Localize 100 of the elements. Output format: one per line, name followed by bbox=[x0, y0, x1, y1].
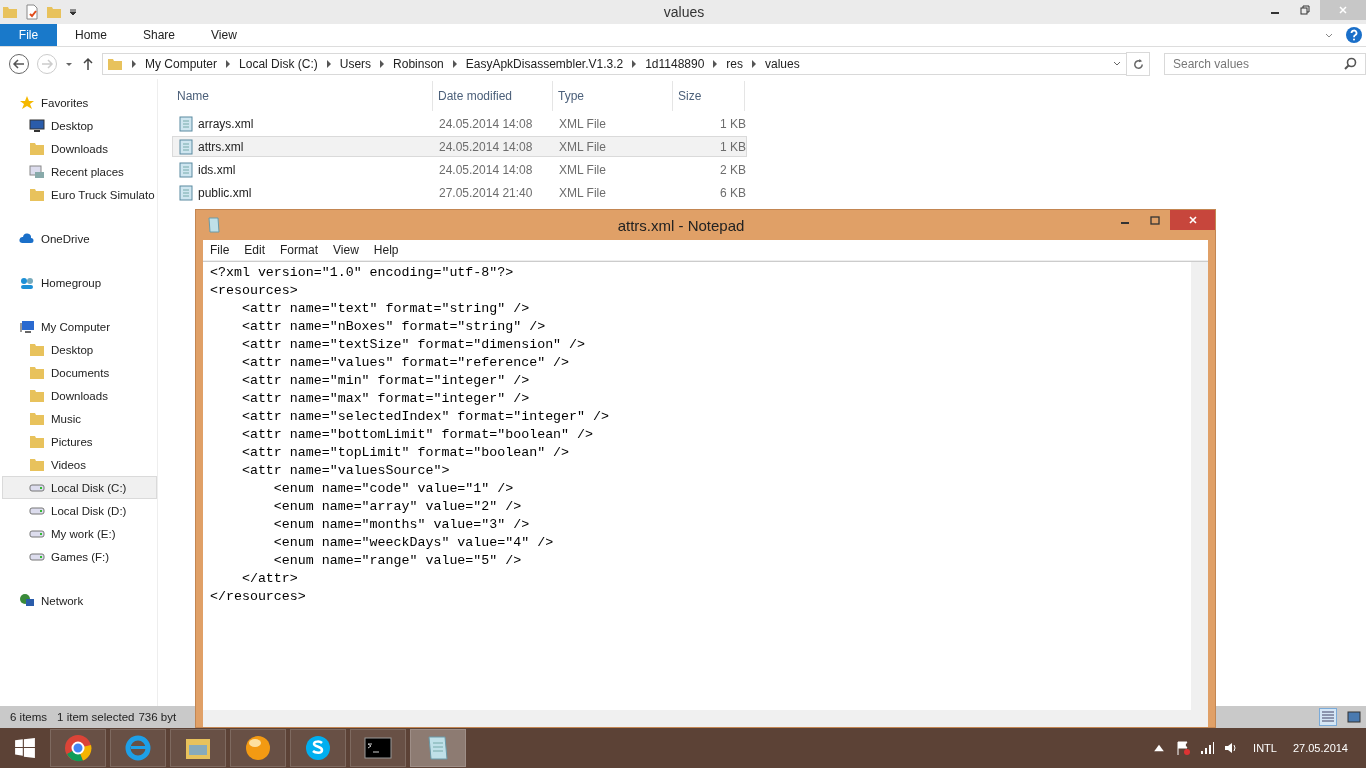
ribbon-tab[interactable]: Home bbox=[57, 24, 125, 46]
nav-item[interactable]: Recent places bbox=[2, 160, 157, 183]
code-line: </resources> bbox=[210, 588, 307, 606]
nav-item[interactable]: Pictures bbox=[2, 430, 157, 453]
breadcrumb-item[interactable]: Users bbox=[339, 57, 372, 71]
network-icon[interactable] bbox=[1199, 740, 1216, 756]
nav-item[interactable]: Homegroup bbox=[2, 271, 157, 294]
menu-item[interactable]: Edit bbox=[237, 243, 274, 257]
code-line: <enum name="months" value="3" /> bbox=[272, 516, 531, 534]
nav-item[interactable]: My work (E:) bbox=[2, 522, 157, 545]
column-header[interactable]: Size bbox=[673, 81, 745, 111]
breadcrumb-item[interactable]: Local Disk (C:) bbox=[239, 57, 318, 71]
chevron-icon[interactable] bbox=[451, 60, 458, 68]
code-line: <attr name="selectedIndex" format="integer" /> bbox=[240, 408, 610, 426]
nav-item[interactable]: Desktop bbox=[2, 338, 157, 361]
breadcrumb-item[interactable]: My Computer bbox=[145, 57, 218, 71]
folder-icon bbox=[29, 364, 45, 381]
refresh-icon bbox=[1131, 57, 1145, 71]
file-type: XML File bbox=[558, 139, 607, 154]
code-line: <enum name="array" value="2" /> bbox=[272, 498, 523, 516]
nav-item[interactable]: Desktop bbox=[2, 114, 157, 137]
flag-icon[interactable] bbox=[1175, 740, 1192, 756]
dropdown-icon[interactable] bbox=[68, 7, 78, 17]
nav-item[interactable]: Euro Truck Simulato bbox=[2, 183, 157, 206]
taskbar-button[interactable] bbox=[170, 729, 226, 767]
code-line: <attr name="max" format="integer" /> bbox=[240, 390, 531, 408]
chevron-icon[interactable] bbox=[712, 60, 719, 68]
back-icon[interactable] bbox=[8, 53, 30, 75]
taskbar-button[interactable] bbox=[290, 729, 346, 767]
chevron-icon[interactable] bbox=[325, 60, 332, 68]
chevron-icon[interactable] bbox=[751, 60, 758, 68]
nav-item[interactable]: OneDrive bbox=[2, 227, 157, 250]
folder-icon bbox=[29, 456, 45, 473]
menu-item[interactable]: Help bbox=[366, 243, 407, 257]
computer-icon bbox=[19, 318, 35, 335]
nav-item[interactable]: Local Disk (D:) bbox=[2, 499, 157, 522]
code-line: <resources> bbox=[210, 282, 299, 300]
column-header[interactable]: Type bbox=[553, 81, 673, 111]
folder-icon bbox=[107, 56, 123, 72]
refresh-button[interactable] bbox=[1126, 52, 1150, 76]
close-icon bbox=[1337, 4, 1349, 16]
taskbar-button[interactable] bbox=[50, 729, 106, 767]
chevron-icon[interactable] bbox=[631, 60, 638, 68]
search-field[interactable]: Search values bbox=[1164, 53, 1366, 75]
thumbnails-view-icon[interactable] bbox=[1346, 709, 1362, 725]
nav-item[interactable]: My Computer bbox=[2, 315, 157, 338]
taskbar-button[interactable] bbox=[350, 729, 406, 767]
file-row[interactable]: attrs.xml 24.05.2014 14:08 XML File 1 KB bbox=[172, 136, 747, 157]
code-line: <attr name="valuesSource"> bbox=[240, 462, 451, 480]
file-row[interactable]: public.xml 27.05.2014 21:40 XML File 6 KB bbox=[172, 182, 747, 203]
language-indicator[interactable]: INTL bbox=[1253, 742, 1277, 754]
nav-item[interactable]: Videos bbox=[2, 453, 157, 476]
breadcrumb-item[interactable]: Robinson bbox=[393, 57, 444, 71]
file-type: XML File bbox=[558, 116, 607, 131]
code-line: <attr name="min" format="integer" /> bbox=[240, 372, 531, 390]
help-icon[interactable] bbox=[1346, 27, 1362, 43]
menu-item[interactable]: File bbox=[203, 243, 238, 257]
nav-item[interactable]: Downloads bbox=[2, 384, 157, 407]
code-line: </attr> bbox=[240, 570, 299, 588]
document-icon bbox=[178, 184, 194, 201]
column-header[interactable]: Date modified bbox=[433, 81, 553, 111]
properties-icon[interactable] bbox=[24, 4, 40, 20]
code-line: <attr name="textSize" format="dimension" /> bbox=[240, 336, 587, 354]
browser-icon bbox=[123, 733, 153, 763]
nav-item[interactable]: Local Disk (C:) bbox=[2, 476, 157, 499]
file-size: 6 KB bbox=[719, 185, 746, 200]
close-button[interactable] bbox=[1170, 210, 1215, 230]
notepad-icon bbox=[206, 217, 222, 233]
file-date: 24.05.2014 14:08 bbox=[438, 139, 534, 154]
ribbon-tab[interactable]: File bbox=[0, 24, 57, 46]
nav-item[interactable]: Network bbox=[2, 589, 157, 612]
nav-item[interactable]: Downloads bbox=[2, 137, 157, 160]
chevron-icon[interactable] bbox=[225, 60, 232, 68]
breadcrumb-item[interactable]: values bbox=[765, 57, 800, 71]
file-row[interactable]: arrays.xml 24.05.2014 14:08 XML File 1 KB bbox=[172, 113, 747, 134]
ribbon-tab[interactable]: View bbox=[193, 24, 255, 46]
nav-item[interactable]: Favorites bbox=[2, 91, 157, 114]
sphere-icon bbox=[243, 733, 273, 763]
nav-item[interactable]: Documents bbox=[2, 361, 157, 384]
column-header[interactable]: Name bbox=[172, 81, 433, 111]
horizontal-scrollbar[interactable] bbox=[203, 710, 1208, 727]
menu-item[interactable]: Format bbox=[273, 243, 327, 257]
vertical-scrollbar[interactable] bbox=[1191, 262, 1208, 710]
code-line: <enum name="code" value="1" /> bbox=[272, 480, 515, 498]
file-type: XML File bbox=[558, 162, 607, 177]
chevron-icon[interactable] bbox=[379, 60, 386, 68]
menu-item[interactable]: View bbox=[326, 243, 367, 257]
file-row[interactable]: ids.xml 24.05.2014 14:08 XML File 2 KB bbox=[172, 159, 747, 180]
breadcrumb-item[interactable]: EasyApkDisassembler.V1.3.2 bbox=[465, 57, 624, 71]
restore-icon bbox=[1299, 4, 1311, 16]
file-name: public.xml bbox=[198, 185, 252, 200]
breadcrumb-item[interactable]: 1d1148890 bbox=[645, 57, 705, 71]
address-bar[interactable]: My Computer Local Disk (C:) Users Robinson EasyApkDisassembler.V1.3.2 1d1148890 res values bbox=[102, 53, 1127, 75]
nav-item[interactable]: Games (F:) bbox=[2, 545, 157, 568]
chevron-icon[interactable] bbox=[131, 60, 137, 68]
clock-date[interactable]: 27.05.2014 bbox=[1292, 742, 1348, 754]
nav-item[interactable]: Music bbox=[2, 407, 157, 430]
breadcrumb-item[interactable]: res bbox=[726, 57, 744, 71]
taskbar-button[interactable] bbox=[230, 729, 286, 767]
ribbon-tab[interactable]: Share bbox=[125, 24, 194, 46]
